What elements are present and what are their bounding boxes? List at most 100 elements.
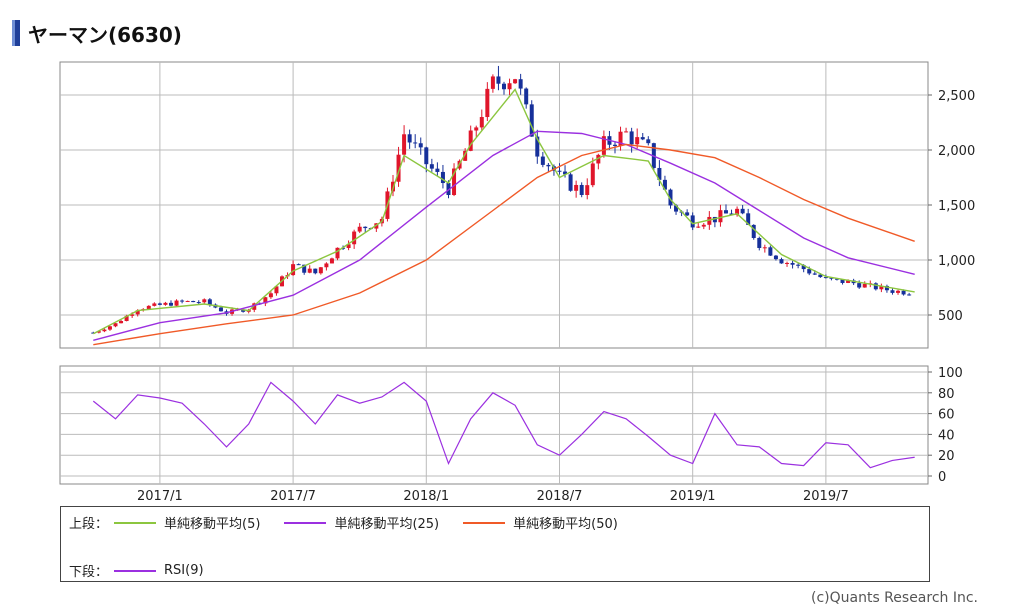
legend-rsi-swatch — [114, 569, 157, 572]
candle-body — [435, 168, 440, 172]
candle-body — [418, 143, 423, 148]
candle-body — [629, 131, 634, 145]
candle-body — [146, 305, 151, 310]
candle-body — [119, 321, 124, 324]
candle-body — [612, 144, 617, 146]
candle-body — [624, 131, 629, 133]
candle-body — [796, 264, 801, 266]
candle-body — [268, 293, 273, 298]
candle-body — [207, 299, 212, 305]
candle-body — [723, 210, 728, 214]
candle-body — [529, 104, 534, 137]
candle-body — [307, 268, 312, 273]
legend-lower-label: 下段： — [69, 565, 109, 580]
candle-body — [329, 258, 334, 264]
candle-body — [696, 226, 701, 228]
candle-body — [296, 264, 301, 266]
candle-body — [479, 117, 484, 128]
legend-upper-row: 上段： 単純移動平均(5) 単純移動平均(25) 単純移動平均(50) — [69, 513, 636, 532]
candle-body — [196, 302, 201, 304]
lower-panel-frame — [59, 365, 929, 485]
legend-ma5: 単純移動平均(5) — [108, 513, 260, 532]
legend-ma25-swatch — [284, 521, 327, 524]
candle-body — [429, 164, 434, 169]
candle-body — [513, 79, 518, 84]
candle-body — [335, 247, 340, 259]
x-tick-label: 2017/1 — [137, 489, 183, 504]
candle-body — [424, 147, 429, 165]
candle-body — [524, 88, 529, 105]
candle-body — [485, 88, 490, 118]
candle-body — [107, 326, 112, 330]
candle-body — [496, 76, 501, 84]
candle-body — [762, 247, 767, 249]
x-tick-label: 2019/1 — [670, 489, 716, 504]
candle-body — [579, 184, 584, 195]
y-tick-label-upper: 2,000 — [938, 144, 975, 159]
candle-body — [168, 302, 173, 306]
legend-lower-row: 下段： RSI(9) — [69, 561, 222, 580]
candle-body — [557, 170, 562, 172]
candle-body — [873, 283, 878, 290]
legend-ma5-swatch — [114, 521, 157, 524]
candle-body — [440, 171, 445, 184]
y-tick-label-lower: 100 — [938, 366, 963, 381]
candle-body — [740, 208, 745, 214]
candle-body — [568, 174, 573, 191]
y-tick-label-lower: 60 — [938, 408, 955, 423]
legend-ma50: 単純移動平均(50) — [457, 513, 618, 532]
candle-body — [152, 303, 157, 306]
candle-body — [507, 83, 512, 90]
candle-body — [113, 323, 118, 327]
candle-body — [185, 300, 190, 302]
candle-body — [102, 329, 107, 332]
legend-ma50-swatch — [463, 521, 506, 524]
candle-body — [862, 283, 867, 288]
candle-body — [357, 226, 362, 232]
x-tick-label: 2017/7 — [270, 489, 316, 504]
legend-upper-label: 上段： — [69, 517, 109, 532]
candle-body — [218, 307, 223, 312]
candle-body — [490, 76, 495, 89]
candle-body — [407, 134, 412, 143]
y-tick-label-lower: 0 — [938, 470, 946, 485]
legend-ma25-label: 単純移動平均(25) — [334, 517, 440, 532]
candle-body — [640, 137, 645, 140]
legend-ma5-label: 単純移動平均(5) — [164, 517, 261, 532]
candle-body — [518, 79, 523, 89]
copyright-credit: (c)Quants Research Inc. — [810, 590, 978, 606]
candle-body — [907, 294, 912, 296]
candle-body — [202, 299, 207, 303]
candle-body — [812, 273, 817, 275]
legend-ma25: 単純移動平均(25) — [278, 513, 439, 532]
candle-body — [363, 226, 368, 229]
y-tick-label-upper: 1,000 — [938, 254, 975, 269]
candle-body — [701, 224, 706, 227]
candle-body — [324, 263, 329, 268]
candle-body — [313, 268, 318, 274]
candle-body — [546, 164, 551, 167]
y-tick-label-lower: 20 — [938, 449, 955, 464]
candle-body — [174, 300, 179, 306]
y-tick-label-upper: 500 — [938, 309, 963, 324]
legend-ma50-label: 単純移動平均(50) — [513, 517, 618, 532]
candle-body — [890, 290, 895, 293]
candle-body — [790, 262, 795, 265]
legend-rsi-label: RSI(9) — [164, 563, 204, 578]
candle-body — [779, 259, 784, 264]
legend-rsi: RSI(9) — [108, 563, 204, 578]
y-tick-label-upper: 1,500 — [938, 199, 975, 214]
candle-body — [163, 302, 168, 305]
candle-body — [896, 290, 901, 293]
candle-body — [540, 156, 545, 165]
candle-body — [646, 139, 651, 144]
candle-body — [785, 262, 790, 264]
candle-body — [402, 134, 407, 155]
candle-body — [180, 300, 185, 302]
y-tick-label-lower: 80 — [938, 387, 955, 402]
candle-body — [352, 231, 357, 245]
candle-body — [773, 255, 778, 260]
candle-body — [318, 267, 323, 274]
y-tick-label-lower: 40 — [938, 428, 955, 443]
candle-body — [635, 137, 640, 145]
